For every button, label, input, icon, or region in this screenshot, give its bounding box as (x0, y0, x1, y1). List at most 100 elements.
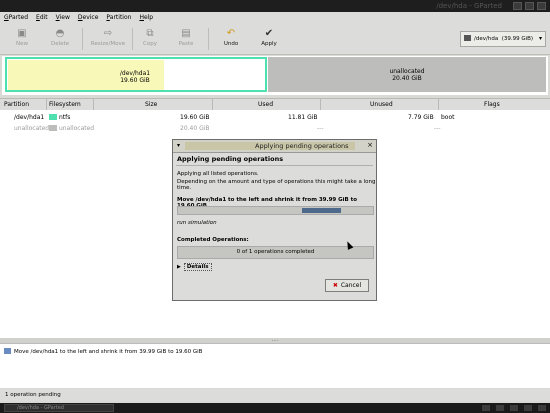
cancel-icon: ✖ (332, 282, 338, 289)
sub-status-text: run simulation (177, 220, 217, 226)
menu-bar: GParted Edit View Device Partition Help (0, 12, 550, 24)
partition-block-unallocated[interactable]: unallocated 20.40 GiB (268, 57, 546, 92)
status-bar: 1 operation pending (0, 389, 550, 401)
partition-block-size: 20.40 GiB (392, 75, 422, 82)
list-item[interactable]: Move /dev/hda1 to the left and shrink it… (4, 348, 202, 355)
device-size: (39.99 GiB) (501, 36, 534, 42)
dialog-heading: Applying pending operations (177, 155, 284, 163)
undo-button[interactable]: ↶ Undo (213, 26, 249, 52)
cell-used: 11.81 GiB (288, 114, 318, 121)
cell-flags: boot (441, 114, 455, 121)
system-tray (482, 405, 546, 411)
menu-device[interactable]: Device (74, 12, 103, 24)
column-divider (212, 99, 213, 110)
new-button[interactable]: ▣ New (4, 26, 40, 52)
header-used[interactable]: Used (258, 101, 273, 108)
completed-operations-label: Completed Operations: (177, 237, 249, 243)
dialog-description-line2: Depending on the amount and type of oper… (177, 179, 376, 191)
column-divider (93, 99, 94, 110)
cancel-button[interactable]: ✖ Cancel (325, 279, 369, 292)
title-bar: /dev/hda - GParted (0, 0, 550, 12)
column-divider (320, 99, 321, 110)
expander-arrow-icon: ▶ (177, 264, 181, 270)
header-unused[interactable]: Unused (370, 101, 393, 108)
column-divider (438, 99, 439, 110)
dialog-title: Applying pending operations (255, 142, 349, 150)
partition-block-hda1[interactable]: /dev/hda1 19.60 GiB (5, 57, 267, 92)
dialog-title-bar: ▾ Applying pending operations × (173, 140, 376, 153)
maximize-button[interactable] (525, 2, 534, 10)
operation-text: Move /dev/hda1 to the left and shrink it… (14, 349, 203, 355)
table-row[interactable]: unallocated unallocated 20.40 GiB --- --… (0, 123, 550, 134)
tray-icon[interactable] (524, 405, 532, 411)
header-filesystem[interactable]: Filesystem (49, 101, 81, 108)
toolbar-separator (82, 28, 83, 50)
header-partition[interactable]: Partition (4, 101, 29, 108)
window-title: /dev/hda - GParted (436, 2, 502, 10)
apply-label: Apply (261, 41, 277, 47)
paste-button[interactable]: ▤ Paste (168, 26, 204, 52)
header-size[interactable]: Size (145, 101, 157, 108)
tray-icon[interactable] (496, 405, 504, 411)
completed-progress-text: 0 of 1 operations completed (236, 249, 315, 255)
close-button[interactable] (537, 2, 546, 10)
toolbar-separator (208, 28, 209, 50)
cell-filesystem: ntfs (49, 114, 70, 121)
minimize-button[interactable] (513, 2, 522, 10)
tray-icon[interactable] (510, 405, 518, 411)
column-divider (46, 99, 47, 110)
new-label: New (16, 41, 28, 47)
copy-icon: ⧉ (146, 28, 154, 39)
divider (176, 165, 373, 166)
delete-label: Delete (50, 41, 70, 47)
apply-button[interactable]: ✔ Apply (251, 26, 287, 52)
move-icon (4, 348, 11, 354)
tray-icon[interactable] (538, 405, 546, 411)
taskbar-item-label: /dev/hda - GParted (17, 405, 64, 411)
partition-block-label: unallocated 20.40 GiB (268, 68, 546, 82)
delete-button[interactable]: ◓ Delete (42, 26, 78, 52)
paste-label: Paste (178, 41, 194, 47)
progress-fill (302, 208, 341, 213)
cell-unused: 7.79 GiB (408, 114, 434, 121)
completed-progress-bar: 0 of 1 operations completed (177, 246, 374, 259)
copy-button[interactable]: ⧉ Copy (132, 26, 168, 52)
paste-icon: ▤ (181, 28, 191, 39)
filesystem-swatch (49, 125, 57, 131)
partition-block-size: 19.60 GiB (120, 77, 150, 84)
header-flags[interactable]: Flags (484, 101, 500, 108)
window-menu-icon[interactable]: ▾ (175, 142, 182, 149)
menu-help[interactable]: Help (135, 12, 157, 24)
apply-icon: ✔ (264, 28, 274, 39)
undo-label: Undo (223, 41, 239, 47)
table-row[interactable]: /dev/hda1 ntfs 19.60 GiB 11.81 GiB 7.79 … (0, 112, 550, 123)
device-selector[interactable]: /dev/hda (39.99 GiB) ▾ (460, 31, 546, 47)
copy-label: Copy (143, 41, 157, 47)
menu-partition[interactable]: Partition (102, 12, 135, 24)
harddisk-icon (464, 35, 471, 41)
cell-size: 20.40 GiB (180, 125, 210, 132)
cell-partition: /dev/hda1 (14, 114, 45, 121)
pending-operations-list: Move /dev/hda1 to the left and shrink it… (0, 343, 550, 388)
device-name: /dev/hda (474, 36, 499, 42)
cell-filesystem: unallocated (49, 125, 94, 132)
partition-block-name: /dev/hda1 (119, 70, 151, 77)
filesystem-name: ntfs (59, 114, 71, 121)
apply-operations-dialog: ▾ Applying pending operations × Applying… (172, 139, 377, 301)
resize-move-button[interactable]: ⇨ Resize/Move (86, 26, 130, 52)
menu-edit[interactable]: Edit (32, 12, 52, 24)
cancel-label: Cancel (340, 282, 362, 289)
chevron-down-icon: ▾ (538, 35, 542, 42)
partition-graph: /dev/hda1 19.60 GiB unallocated 20.40 Gi… (2, 56, 548, 95)
details-expander[interactable]: ▶ Details (177, 263, 212, 271)
menu-view[interactable]: View (52, 12, 74, 24)
menu-gparted[interactable]: GParted (0, 12, 32, 24)
status-text: 1 operation pending (5, 392, 61, 398)
taskbar-item-gparted[interactable]: /dev/hda - GParted (4, 404, 114, 412)
close-icon[interactable]: × (366, 141, 374, 150)
partition-block-name: unallocated (389, 68, 425, 75)
filesystem-swatch (49, 114, 57, 120)
resize-move-icon: ⇨ (103, 28, 113, 39)
dialog-description-line1: Applying all listed operations. (177, 171, 259, 177)
tray-icon[interactable] (482, 405, 490, 411)
